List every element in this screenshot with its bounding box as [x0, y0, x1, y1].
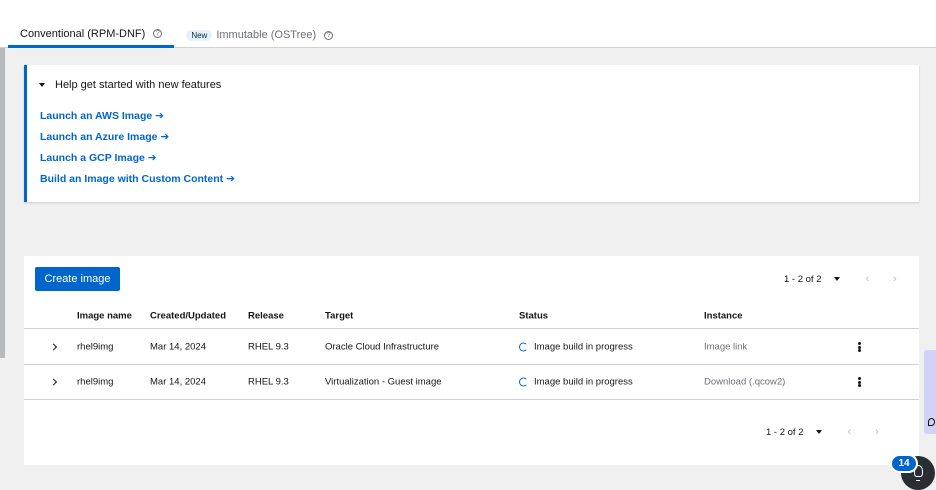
help-toggle-label: Help get started with new features — [55, 79, 222, 91]
launch-gcp-link[interactable]: Launch a GCP Image ➔ — [40, 151, 235, 172]
tab-conventional-label: Conventional (RPM-DNF) — [20, 27, 146, 40]
help-links: Launch an AWS Image ➔ Launch an Azure Im… — [40, 109, 235, 193]
chevron-right-icon[interactable] — [49, 378, 58, 386]
table-row: rhel9img Mar 14, 2024 RHEL 9.3 Oracle Cl… — [24, 330, 919, 365]
next-page-button[interactable]: › — [893, 273, 897, 285]
column-header-instance: Instance — [704, 310, 743, 322]
pagination-dropdown-icon[interactable] — [815, 430, 822, 434]
images-table-card: Create image 1 - 2 of 2 ‹ › Image name C… — [24, 256, 919, 465]
image-name: rhel9img — [77, 376, 114, 388]
prev-page-button[interactable]: ‹ — [848, 426, 852, 438]
tab-immutable-label: Immutable (OSTree) — [216, 29, 317, 41]
status: Image build in progress — [519, 342, 633, 353]
spinner-icon — [519, 342, 528, 352]
pagination-count: 1 - 2 of 2 — [784, 273, 822, 285]
kebab-menu-icon[interactable] — [858, 342, 861, 352]
created-date: Mar 14, 2024 — [150, 376, 206, 388]
status-text: Image build in progress — [534, 341, 633, 353]
pagination-dropdown-icon[interactable] — [833, 277, 840, 281]
page-header: Conventional (RPM-DNF) ? New Immutable (… — [0, 0, 936, 48]
pagination-count: 1 - 2 of 2 — [766, 426, 804, 438]
column-header-created[interactable]: Created/Updated — [150, 311, 226, 322]
table-row: rhel9img Mar 14, 2024 RHEL 9.3 Virtualiz… — [24, 365, 919, 400]
prev-page-button[interactable]: ‹ — [866, 273, 870, 285]
image-name: rhel9img — [77, 341, 114, 353]
notification-count-badge: 14 — [890, 454, 918, 473]
instance-download-link[interactable]: Download (.qcow2) — [704, 377, 785, 388]
chevron-right-icon[interactable] — [49, 343, 58, 351]
tab-immutable[interactable]: New Immutable (OSTree) ? — [174, 22, 345, 48]
column-header-status[interactable]: Status — [519, 311, 548, 322]
target: Oracle Cloud Infrastructure — [325, 341, 440, 353]
tab-conventional[interactable]: Conventional (RPM-DNF) ? — [8, 22, 175, 48]
top-pagination: 1 - 2 of 2 ‹ › — [784, 273, 897, 285]
release: RHEL 9.3 — [248, 341, 289, 353]
column-header-image-name[interactable]: Image name — [77, 311, 132, 322]
spinner-icon — [519, 377, 528, 387]
help-circle-icon[interactable]: ? — [153, 29, 163, 38]
feedback-tab[interactable] — [924, 350, 936, 434]
status-text: Image build in progress — [534, 376, 633, 388]
launch-azure-link[interactable]: Launch an Azure Image ➔ — [40, 130, 235, 151]
status: Image build in progress — [519, 377, 633, 388]
column-header-release[interactable]: Release — [248, 311, 284, 322]
help-circle-icon[interactable]: ? — [324, 30, 334, 40]
instance-link[interactable]: Image link — [704, 342, 747, 353]
help-get-started-panel: Help get started with new features Launc… — [24, 65, 919, 202]
launch-aws-link[interactable]: Launch an AWS Image ➔ — [40, 109, 235, 130]
bottom-pagination: 1 - 2 of 2 ‹ › — [766, 426, 879, 438]
release: RHEL 9.3 — [248, 376, 289, 388]
page-scrollbar[interactable] — [0, 48, 5, 358]
kebab-menu-icon[interactable] — [858, 377, 861, 387]
chat-icon — [928, 418, 935, 426]
new-badge: New — [186, 29, 213, 41]
next-page-button[interactable]: › — [875, 426, 879, 438]
created-date: Mar 14, 2024 — [150, 341, 206, 353]
create-image-button[interactable]: Create image — [35, 267, 120, 291]
chevron-down-icon — [39, 83, 45, 87]
build-custom-content-link[interactable]: Build an Image with Custom Content ➔ — [40, 172, 235, 193]
column-header-target[interactable]: Target — [325, 311, 353, 322]
help-toggle[interactable]: Help get started with new features — [39, 79, 221, 91]
image-type-tabs: Conventional (RPM-DNF) ? New Immutable (… — [8, 22, 345, 48]
target: Virtualization - Guest image — [325, 376, 442, 388]
table-header: Image name Created/Updated Release Targe… — [24, 304, 919, 329]
